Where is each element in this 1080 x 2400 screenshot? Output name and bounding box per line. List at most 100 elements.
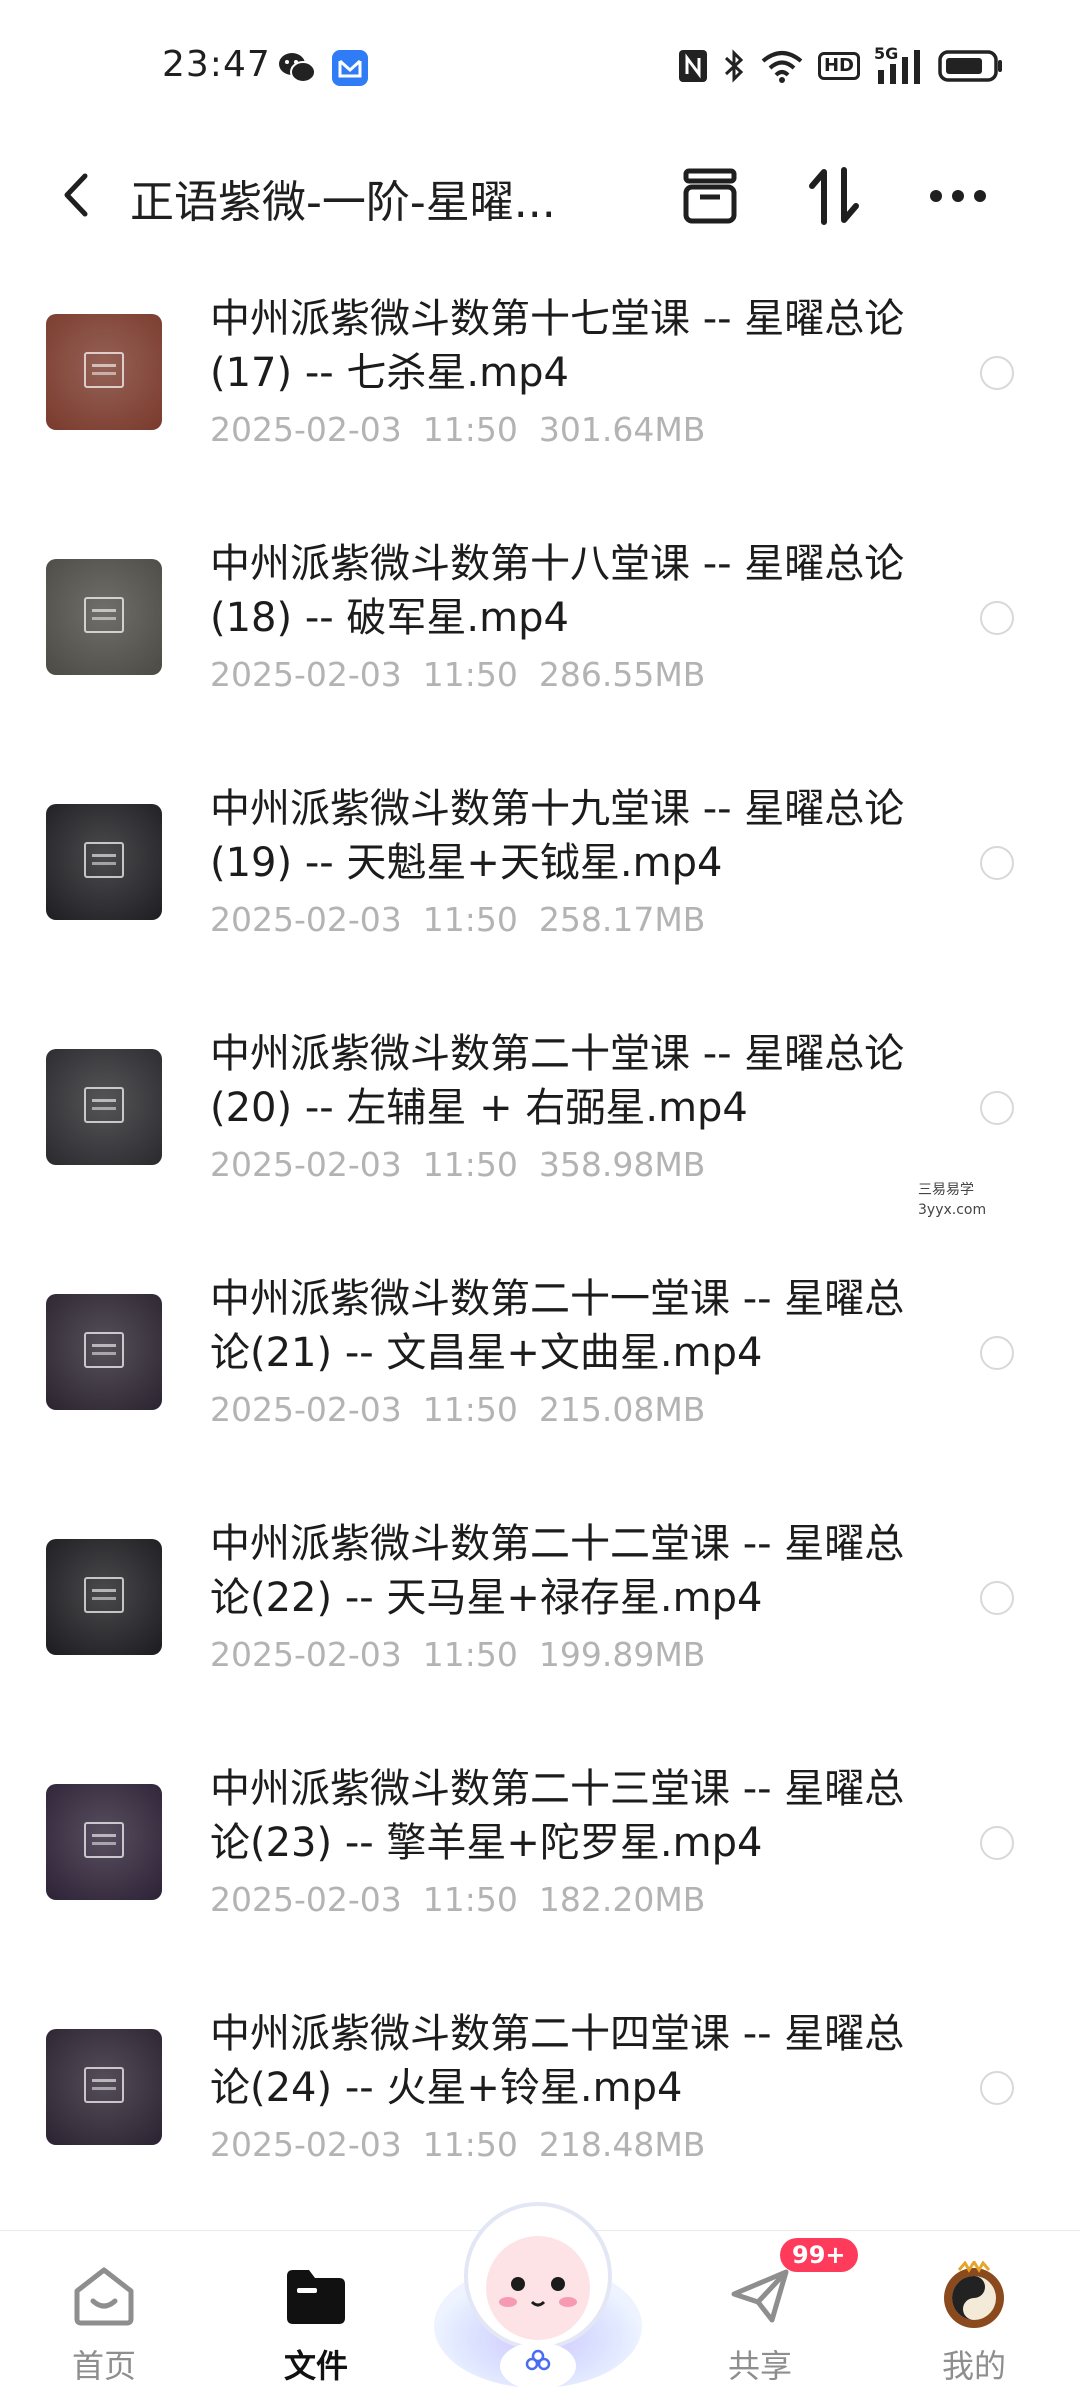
file-date: 2025-02-03 xyxy=(210,900,402,939)
file-row[interactable]: 中州派紫微斗数第十九堂课 -- 星曜总论(19) -- 天魁星+天钺星.mp4 … xyxy=(0,762,1080,1007)
file-size: 258.17MB xyxy=(538,900,706,939)
more-button[interactable] xyxy=(920,158,996,234)
file-name: 中州派紫微斗数第二十一堂课 -- 星曜总论(21) -- 文昌星+文曲星.mp4 xyxy=(210,1276,905,1376)
select-radio[interactable] xyxy=(980,1336,1014,1370)
file-row[interactable]: 中州派紫微斗数第二十一堂课 -- 星曜总论(21) -- 文昌星+文曲星.mp4… xyxy=(0,1252,1080,1497)
nav-home[interactable]: 首页 xyxy=(44,2261,164,2387)
select-radio[interactable] xyxy=(980,2071,1014,2105)
file-meta: 2025-02-03 11:50 358.98MB xyxy=(210,1145,705,1184)
video-logo-icon xyxy=(84,1577,124,1613)
file-date: 2025-02-03 xyxy=(210,1635,402,1674)
file-row[interactable]: 中州派紫微斗数第二十二堂课 -- 星曜总论(22) -- 天马星+禄存星.mp4… xyxy=(0,1497,1080,1742)
video-logo-icon xyxy=(84,2067,124,2103)
assistant-mascot-button[interactable] xyxy=(428,2176,648,2396)
file-name: 中州派紫微斗数第十九堂课 -- 星曜总论(19) -- 天魁星+天钺星.mp4 xyxy=(210,786,905,886)
file-meta: 2025-02-03 11:50 215.08MB xyxy=(210,1390,705,1429)
select-radio[interactable] xyxy=(980,1826,1014,1860)
video-thumbnail xyxy=(46,1049,162,1165)
notification-badge: 99+ xyxy=(780,2238,858,2272)
mail-app-icon xyxy=(332,50,368,86)
nav-share-label: 共享 xyxy=(727,2347,792,2385)
nav-home-label: 首页 xyxy=(71,2347,136,2385)
video-logo-icon xyxy=(84,352,124,388)
share-plane-icon xyxy=(725,2261,795,2331)
video-thumbnail xyxy=(46,2029,162,2145)
page-title: 正语紫微-一阶-星曜... xyxy=(130,177,556,228)
video-thumbnail xyxy=(46,1784,162,1900)
avatar-icon xyxy=(939,2261,1009,2331)
file-time: 11:50 xyxy=(422,900,518,939)
file-list-screen: 23:47 HD 5G 正语紫微-一阶-星曜... 中州派紫微斗数第十七堂课 -… xyxy=(0,0,1080,2400)
video-thumbnail xyxy=(46,559,162,675)
select-radio[interactable] xyxy=(980,1581,1014,1615)
select-radio[interactable] xyxy=(980,1091,1014,1125)
nav-files-label: 文件 xyxy=(283,2347,348,2385)
battery-icon xyxy=(938,46,1004,86)
file-time: 11:50 xyxy=(422,1390,518,1429)
file-row[interactable]: 中州派紫微斗数第十八堂课 -- 星曜总论(18) -- 破军星.mp4 2025… xyxy=(0,517,1080,762)
file-time: 11:50 xyxy=(422,2125,518,2164)
select-radio[interactable] xyxy=(980,356,1014,390)
5g-signal-icon: 5G xyxy=(874,46,924,86)
file-size: 301.64MB xyxy=(538,410,706,449)
file-date: 2025-02-03 xyxy=(210,655,402,694)
file-time: 11:50 xyxy=(422,1145,518,1184)
file-meta: 2025-02-03 11:50 258.17MB xyxy=(210,900,705,939)
file-date: 2025-02-03 xyxy=(210,410,402,449)
file-size: 199.89MB xyxy=(538,1635,706,1674)
video-logo-icon xyxy=(84,842,124,878)
file-meta: 2025-02-03 11:50 218.48MB xyxy=(210,2125,705,2164)
file-name: 中州派紫微斗数第二十二堂课 -- 星曜总论(22) -- 天马星+禄存星.mp4 xyxy=(210,1521,905,1621)
file-size: 215.08MB xyxy=(538,1390,706,1429)
status-time: 23:47 xyxy=(162,44,271,85)
more-icon xyxy=(930,190,986,202)
nfc-icon xyxy=(678,46,708,86)
file-name: 中州派紫微斗数第二十四堂课 -- 星曜总论(24) -- 火星+铃星.mp4 xyxy=(210,2011,905,2111)
file-date: 2025-02-03 xyxy=(210,1145,402,1184)
file-meta: 2025-02-03 11:50 301.64MB xyxy=(210,410,705,449)
video-logo-icon xyxy=(84,597,124,633)
file-size: 182.20MB xyxy=(538,1880,706,1919)
file-time: 11:50 xyxy=(422,655,518,694)
file-row[interactable]: 中州派紫微斗数第十七堂课 -- 星曜总论(17) -- 七杀星.mp4 2025… xyxy=(0,272,1080,517)
sort-button[interactable] xyxy=(796,158,872,234)
file-size: 218.48MB xyxy=(538,2125,706,2164)
file-date: 2025-02-03 xyxy=(210,1880,402,1919)
file-meta: 2025-02-03 11:50 182.20MB xyxy=(210,1880,705,1919)
file-row[interactable]: 中州派紫微斗数第二十三堂课 -- 星曜总论(23) -- 擎羊星+陀罗星.mp4… xyxy=(0,1742,1080,1987)
watermark: 三易易学 3yyx.com xyxy=(918,1182,987,1218)
wifi-icon xyxy=(760,46,804,86)
video-thumbnail xyxy=(46,1539,162,1655)
back-button[interactable] xyxy=(46,160,106,230)
select-radio[interactable] xyxy=(980,601,1014,635)
video-logo-icon xyxy=(84,1087,124,1123)
file-date: 2025-02-03 xyxy=(210,2125,402,2164)
file-time: 11:50 xyxy=(422,1880,518,1919)
video-thumbnail xyxy=(46,1294,162,1410)
file-name: 中州派紫微斗数第十八堂课 -- 星曜总论(18) -- 破军星.mp4 xyxy=(210,541,905,641)
app-bar: 正语紫微-一阶-星曜... xyxy=(0,136,1080,256)
home-icon xyxy=(69,2261,139,2331)
status-bar: 23:47 HD 5G xyxy=(0,0,1080,136)
file-date: 2025-02-03 xyxy=(210,1390,402,1429)
file-meta: 2025-02-03 11:50 286.55MB xyxy=(210,655,705,694)
hd-icon: HD xyxy=(817,46,860,86)
nav-share[interactable]: 共享 xyxy=(700,2261,820,2387)
video-logo-icon xyxy=(84,1332,124,1368)
nav-me-label: 我的 xyxy=(941,2347,1006,2385)
back-arrow-icon xyxy=(64,173,88,217)
bluetooth-icon xyxy=(722,46,746,86)
sort-icon xyxy=(809,167,859,225)
select-radio[interactable] xyxy=(980,846,1014,880)
file-name: 中州派紫微斗数第十七堂课 -- 星曜总论(17) -- 七杀星.mp4 xyxy=(210,296,905,396)
video-thumbnail xyxy=(46,804,162,920)
nav-files[interactable]: 文件 xyxy=(256,2261,376,2387)
mascot-icon xyxy=(434,2202,642,2390)
file-time: 11:50 xyxy=(422,410,518,449)
archive-icon xyxy=(683,168,737,224)
file-time: 11:50 xyxy=(422,1635,518,1674)
nav-me[interactable]: 我的 xyxy=(914,2261,1034,2387)
file-name: 中州派紫微斗数第二十堂课 -- 星曜总论(20) -- 左辅星 + 右弼星.mp… xyxy=(210,1031,905,1131)
archive-button[interactable] xyxy=(672,158,748,234)
status-icons: HD 5G xyxy=(678,46,1004,86)
